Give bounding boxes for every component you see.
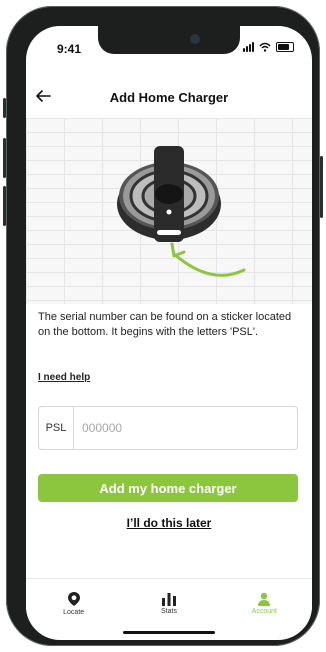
front-camera [190, 34, 200, 44]
serial-instructions: The serial number can be found on a stic… [38, 311, 292, 338]
mute-switch [3, 98, 6, 118]
user-icon [258, 592, 271, 606]
power-button [320, 156, 323, 218]
header: Add Home Charger [26, 82, 312, 114]
status-icons [243, 42, 294, 52]
tab-label: Account [251, 607, 277, 615]
home-indicator [123, 631, 215, 634]
charger-illustration [26, 118, 312, 304]
tab-stats[interactable]: Stats [121, 579, 216, 627]
serial-number-field[interactable]: PSL [38, 406, 298, 450]
tab-locate[interactable]: Locate [26, 579, 121, 627]
bar-chart-icon [161, 592, 176, 606]
wifi-icon [259, 42, 271, 52]
tab-label: Locate [63, 608, 85, 616]
location-pin-icon [67, 591, 80, 606]
volume-up-button [3, 138, 6, 178]
tab-label: Stats [161, 607, 177, 615]
help-link[interactable]: I need help [38, 372, 90, 383]
charger-device-illustration [117, 146, 246, 277]
notch [98, 26, 240, 54]
tab-account[interactable]: Account [217, 579, 312, 627]
tab-bar: Locate Stats Account [26, 578, 312, 627]
volume-down-button [3, 186, 6, 226]
battery-icon [276, 42, 294, 52]
do-later-link[interactable]: I’ll do this later [26, 516, 312, 530]
serial-number-input[interactable] [74, 420, 284, 436]
phone-frame: 9:41 Add Home Charger The serial number … [3, 6, 323, 646]
add-charger-button[interactable]: Add my home charger [38, 474, 298, 502]
signal-icon [243, 42, 254, 52]
screen: 9:41 Add Home Charger The serial number … [26, 26, 312, 640]
serial-prefix: PSL [39, 407, 74, 449]
page-title: Add Home Charger [109, 90, 229, 105]
status-time: 9:41 [57, 42, 82, 56]
